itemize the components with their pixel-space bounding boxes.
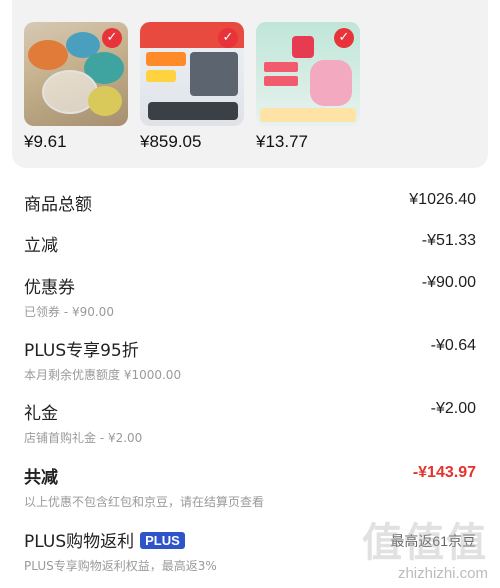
row-sub-text: 已领券 - ¥90.00 (24, 305, 114, 319)
watermark-url: zhizhizhi.com (397, 565, 488, 582)
goods-price: ¥859.05 (140, 132, 202, 151)
row-value: -¥51.33 (421, 232, 476, 249)
summary-row-gift: 礼金 -¥2.00 店铺首购礼金 - ¥2.00 (24, 399, 476, 449)
row-sub-text: 本月剩余优惠额度 ¥1000.00 (24, 368, 182, 382)
goods-item[interactable]: ✓ ¥859.05 (140, 22, 244, 151)
row-sub-text: 以上优惠不包含红包和京豆，请在结算页查看 (24, 495, 265, 509)
check-icon: ✓ (218, 28, 238, 48)
goods-price: ¥13.77 (256, 132, 308, 151)
row-label: PLUS专享95折 (24, 341, 139, 361)
product-thumbnail[interactable]: ✓ (256, 22, 360, 126)
check-icon: ✓ (102, 28, 122, 48)
row-label: 礼金 (24, 404, 58, 424)
summary-row-total-discount: 共减 -¥143.97 以上优惠不包含红包和京豆，请在结算页查看 (24, 463, 476, 513)
row-label: 立减 (24, 236, 58, 256)
row-value: -¥0.64 (430, 337, 476, 354)
row-value: -¥2.00 (430, 400, 476, 417)
summary-row-total-goods: 商品总额 ¥1026.40 (24, 190, 476, 215)
watermark-logo: 值值值 (362, 520, 488, 566)
summary-row-coupon[interactable]: 优惠券 -¥90.00 已领券 - ¥90.00 (24, 273, 476, 323)
goods-item[interactable]: ✓ ¥13.77 (256, 22, 360, 151)
row-label: 共减 (24, 468, 58, 488)
plus-badge: PLUS (140, 532, 185, 549)
product-thumbnail[interactable]: ✓ (140, 22, 244, 126)
row-sub-text: PLUS专享购物返利权益，最高返3% (24, 559, 217, 573)
product-thumbnail[interactable]: ✓ (24, 22, 128, 126)
summary-row-instant-discount: 立减 -¥51.33 (24, 231, 476, 256)
goods-card: ✓ ¥9.61 ✓ ¥859.05 ✓ ¥13.77 (12, 0, 488, 168)
row-label: 商品总额 (24, 195, 92, 215)
goods-item[interactable]: ✓ ¥9.61 (24, 22, 128, 151)
summary-row-plus95: PLUS专享95折 -¥0.64 本月剩余优惠额度 ¥1000.00 (24, 336, 476, 386)
total-discount-value: -¥143.97 (412, 464, 476, 481)
row-sub-text: 店铺首购礼金 - ¥2.00 (24, 431, 143, 445)
plus-rebate-label: PLUS购物返利 (24, 532, 135, 552)
row-label: PLUS购物返利 PLUS (24, 527, 185, 552)
goods-price: ¥9.61 (24, 132, 67, 151)
check-icon: ✓ (334, 28, 354, 48)
row-value: -¥90.00 (421, 274, 476, 291)
row-label: 优惠券 (24, 278, 75, 298)
row-value: ¥1026.40 (409, 191, 476, 208)
